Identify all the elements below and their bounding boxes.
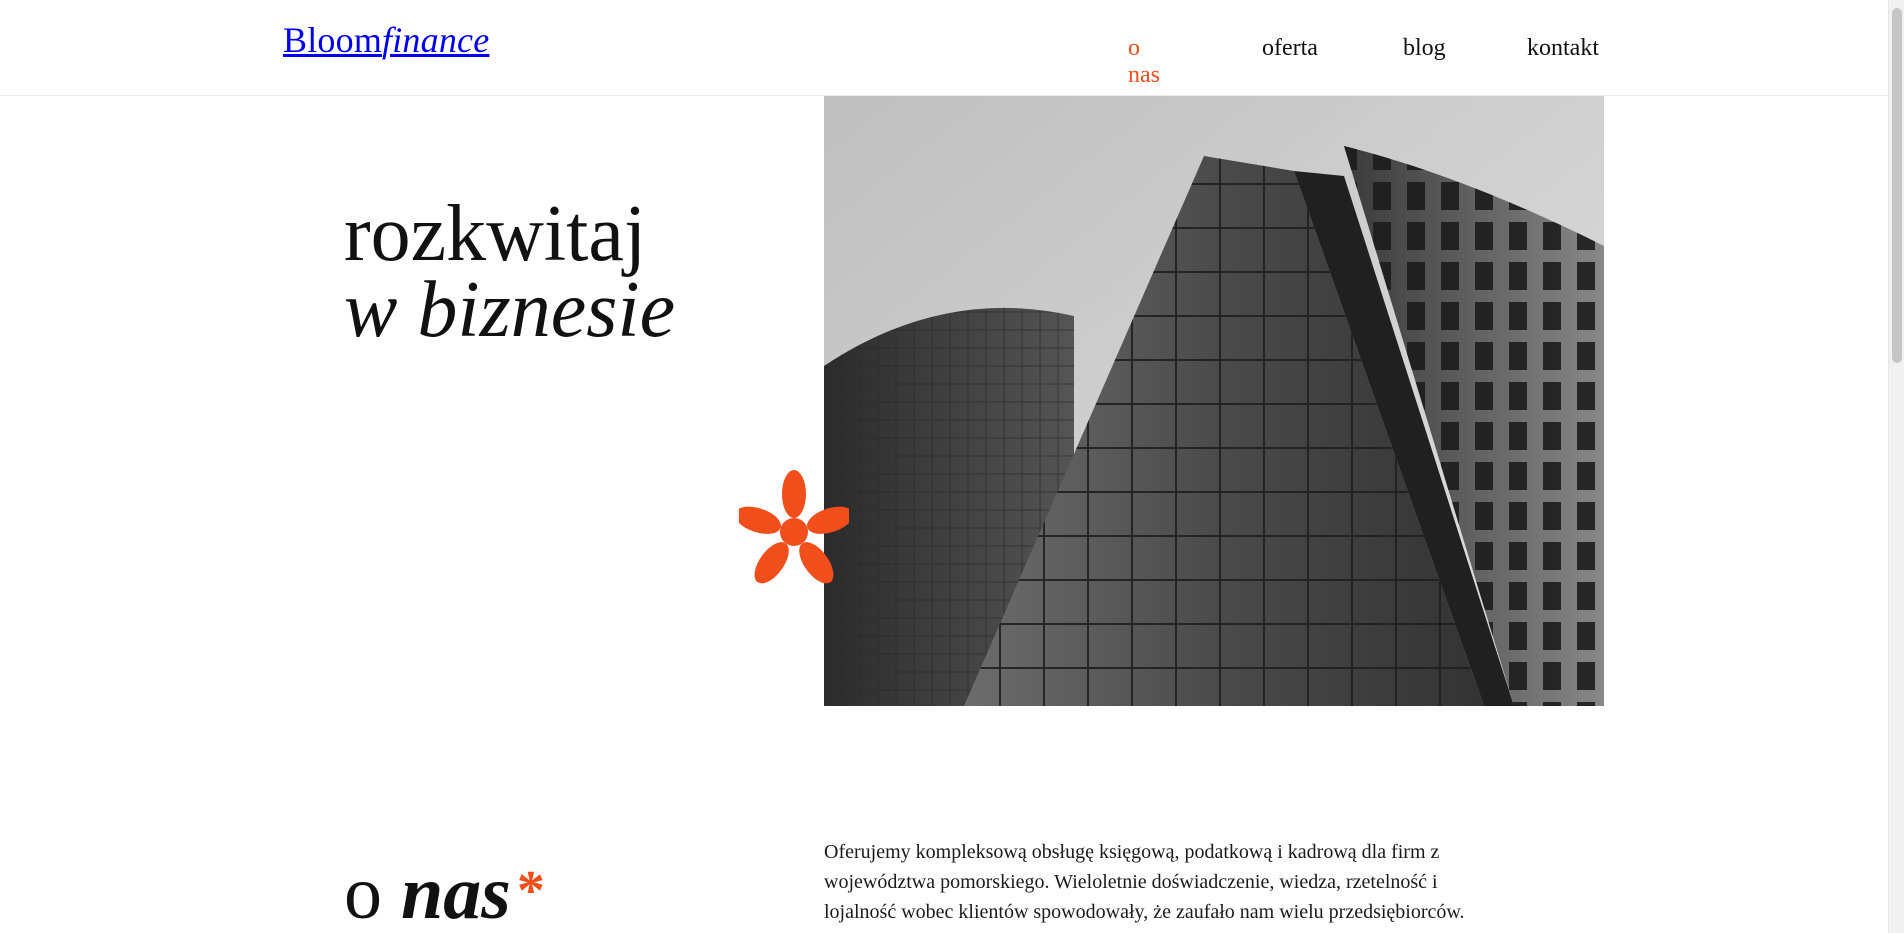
nav-item-o-nas[interactable]: o nas — [1128, 35, 1160, 89]
skyscraper-image — [824, 96, 1604, 706]
nav-item-oferta[interactable]: oferta — [1262, 35, 1318, 62]
page-scrollbar[interactable] — [1888, 0, 1904, 933]
brand-logo[interactable]: Bloomfinance — [283, 22, 489, 58]
hero-title-line-1: rozkwitaj — [344, 190, 647, 278]
site-header: Bloomfinance o nas oferta blog kontakt — [0, 0, 1888, 96]
asterisk-icon: * — [516, 860, 545, 922]
brand-name: Bloom — [283, 20, 383, 60]
hero-image-skyscrapers — [824, 96, 1604, 706]
brand-name-italic: finance — [382, 20, 490, 60]
hero-title: rozkwitaj w biznesie — [344, 190, 676, 354]
nav-item-kontakt[interactable]: kontakt — [1527, 35, 1599, 62]
about-heading-o: o — [344, 851, 382, 933]
hero-title-line-2: w biznesie — [344, 266, 676, 354]
about-paragraph: Oferujemy kompleksową obsługę księgową, … — [824, 841, 1465, 923]
scrollbar-thumb[interactable] — [1892, 8, 1902, 363]
about-heading-nas: nas — [401, 851, 511, 933]
about-heading: o nas * — [344, 855, 545, 931]
nav-item-blog[interactable]: blog — [1403, 35, 1446, 62]
asterisk-decoration-icon — [739, 470, 849, 584]
